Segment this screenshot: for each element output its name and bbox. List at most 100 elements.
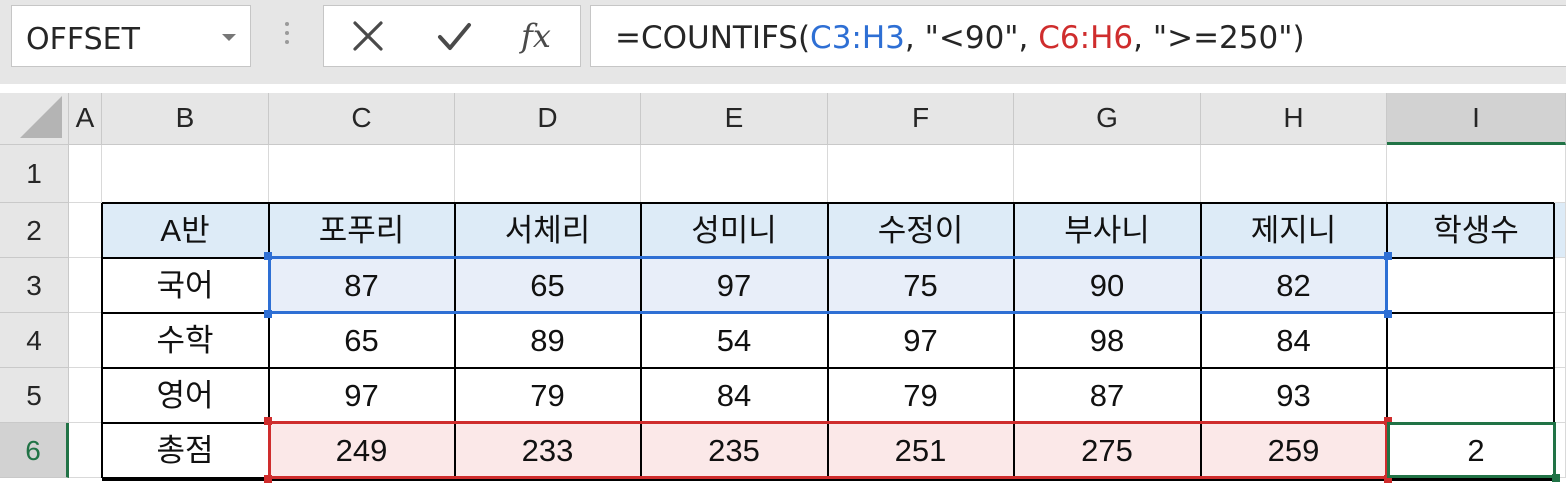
close-icon[interactable] xyxy=(346,14,390,58)
cell-c4[interactable]: 65 xyxy=(269,313,455,368)
cell-a6[interactable] xyxy=(69,423,102,478)
cell-f2[interactable]: 수정이 xyxy=(828,203,1014,258)
column-header-e[interactable]: E xyxy=(641,93,828,145)
formula-text: =COUNTIFS(C3:H3, "<90", C6:H6, ">=250") xyxy=(615,20,1305,56)
cell-e6[interactable]: 235 xyxy=(641,423,828,478)
fill-handle[interactable] xyxy=(1552,474,1560,482)
cell-e4[interactable]: 54 xyxy=(641,313,828,368)
cell-h6[interactable]: 259 xyxy=(1201,423,1387,478)
cell-a5[interactable] xyxy=(69,368,102,423)
cell-c3[interactable]: 87 xyxy=(269,258,455,313)
table-col-rule-2 xyxy=(268,203,270,478)
cell-c6[interactable]: 249 xyxy=(269,423,455,478)
cell-f4[interactable]: 97 xyxy=(828,313,1014,368)
check-icon[interactable] xyxy=(432,14,476,58)
cell-b3[interactable]: 국어 xyxy=(102,258,269,313)
cell-e1[interactable] xyxy=(641,145,828,203)
table-col-rule-9 xyxy=(1553,203,1555,478)
range-highlight-c3-h3-handle[interactable] xyxy=(264,310,272,318)
cell-h3[interactable]: 82 xyxy=(1201,258,1387,313)
cell-f1[interactable] xyxy=(828,145,1014,203)
cell-g2[interactable]: 부사니 xyxy=(1014,203,1201,258)
insert-function-button[interactable]: fx xyxy=(514,14,558,58)
formula-ref-blue: C3:H3 xyxy=(810,20,905,56)
range-highlight-c3-h3-handle[interactable] xyxy=(264,252,272,260)
table-rule-bottom xyxy=(102,479,1554,481)
name-box[interactable]: OFFSET xyxy=(11,5,251,67)
range-highlight-c6-h6-handle[interactable] xyxy=(264,417,272,425)
cell-a1[interactable] xyxy=(69,145,102,203)
range-highlight-c3-h3-handle[interactable] xyxy=(1384,252,1392,260)
column-header-b[interactable]: B xyxy=(102,93,269,145)
cell-b6[interactable]: 총점 xyxy=(102,423,269,478)
table-col-rule-3 xyxy=(454,203,456,478)
column-header-i[interactable]: I xyxy=(1387,93,1566,145)
splitter-grip-icon[interactable] xyxy=(284,22,290,50)
formula-buttons: fx xyxy=(323,5,581,67)
cell-d4[interactable]: 89 xyxy=(455,313,641,368)
cell-a3[interactable] xyxy=(69,258,102,313)
cell-h1[interactable] xyxy=(1201,145,1387,203)
row-header-3[interactable]: 3 xyxy=(0,258,69,313)
cell-g6[interactable]: 275 xyxy=(1014,423,1201,478)
select-all-button[interactable] xyxy=(0,93,69,145)
table-col-rule-1 xyxy=(101,203,103,478)
cell-a4[interactable] xyxy=(69,313,102,368)
table-col-rule-5 xyxy=(827,203,829,478)
cell-b4[interactable]: 수학 xyxy=(102,313,269,368)
cell-h5[interactable]: 93 xyxy=(1201,368,1387,423)
column-header-a[interactable]: A xyxy=(69,93,102,145)
spreadsheet-grid: A B C D E F G H I 1 2 3 4 5 6 A반 포푸리 서체리 성미니 수정이 부사니 제지니 학생수 국어… xyxy=(0,93,1566,491)
cell-b1[interactable] xyxy=(102,145,269,203)
chevron-down-icon[interactable] xyxy=(222,34,236,41)
table-col-rule-4 xyxy=(640,203,642,478)
column-header-d[interactable]: D xyxy=(455,93,641,145)
cell-d1[interactable] xyxy=(455,145,641,203)
cell-g5[interactable]: 87 xyxy=(1014,368,1201,423)
cell-i4[interactable] xyxy=(1387,313,1566,368)
cell-f3[interactable]: 75 xyxy=(828,258,1014,313)
column-header-h[interactable]: H xyxy=(1201,93,1387,145)
column-header-f[interactable]: F xyxy=(828,93,1014,145)
table-col-rule-6 xyxy=(1013,203,1015,478)
row-header-1[interactable]: 1 xyxy=(0,145,69,203)
cell-e3[interactable]: 97 xyxy=(641,258,828,313)
cell-g3[interactable]: 90 xyxy=(1014,258,1201,313)
cell-i5[interactable] xyxy=(1387,368,1566,423)
cell-d2[interactable]: 서체리 xyxy=(455,203,641,258)
cell-c2[interactable]: 포푸리 xyxy=(269,203,455,258)
range-highlight-c6-h6-handle[interactable] xyxy=(264,475,272,483)
column-header-c[interactable]: C xyxy=(269,93,455,145)
cell-b2[interactable]: A반 xyxy=(102,203,269,258)
cell-g4[interactable]: 98 xyxy=(1014,313,1201,368)
row-header-5[interactable]: 5 xyxy=(0,368,69,423)
cell-e2[interactable]: 성미니 xyxy=(641,203,828,258)
cell-i2[interactable]: 학생수 xyxy=(1387,203,1566,258)
cell-f5[interactable]: 79 xyxy=(828,368,1014,423)
cell-h4[interactable]: 84 xyxy=(1201,313,1387,368)
cell-i3[interactable] xyxy=(1387,258,1566,313)
name-box-value: OFFSET xyxy=(26,22,140,57)
cell-e5[interactable]: 84 xyxy=(641,368,828,423)
cell-a2[interactable] xyxy=(69,203,102,258)
formula-arg2: , ">=250") xyxy=(1133,20,1305,56)
column-header-g[interactable]: G xyxy=(1014,93,1201,145)
range-highlight-c6-h6-handle[interactable] xyxy=(1384,475,1392,483)
row-header-4[interactable]: 4 xyxy=(0,313,69,368)
cell-d6[interactable]: 233 xyxy=(455,423,641,478)
cell-h2[interactable]: 제지니 xyxy=(1201,203,1387,258)
row-header-6[interactable]: 6 xyxy=(0,423,69,478)
cell-g1[interactable] xyxy=(1014,145,1201,203)
cell-c5[interactable]: 97 xyxy=(269,368,455,423)
cell-d3[interactable]: 65 xyxy=(455,258,641,313)
cell-b5[interactable]: 영어 xyxy=(102,368,269,423)
cell-f6[interactable]: 251 xyxy=(828,423,1014,478)
range-highlight-c3-h3-handle[interactable] xyxy=(1384,310,1392,318)
range-highlight-c6-h6-handle[interactable] xyxy=(1384,417,1392,425)
formula-input[interactable]: =COUNTIFS(C3:H3, "<90", C6:H6, ">=250") xyxy=(590,5,1566,67)
cell-i1[interactable] xyxy=(1387,145,1566,203)
cell-i6[interactable]: 2 xyxy=(1387,423,1566,478)
cell-c1[interactable] xyxy=(269,145,455,203)
cell-d5[interactable]: 79 xyxy=(455,368,641,423)
row-header-2[interactable]: 2 xyxy=(0,203,69,258)
